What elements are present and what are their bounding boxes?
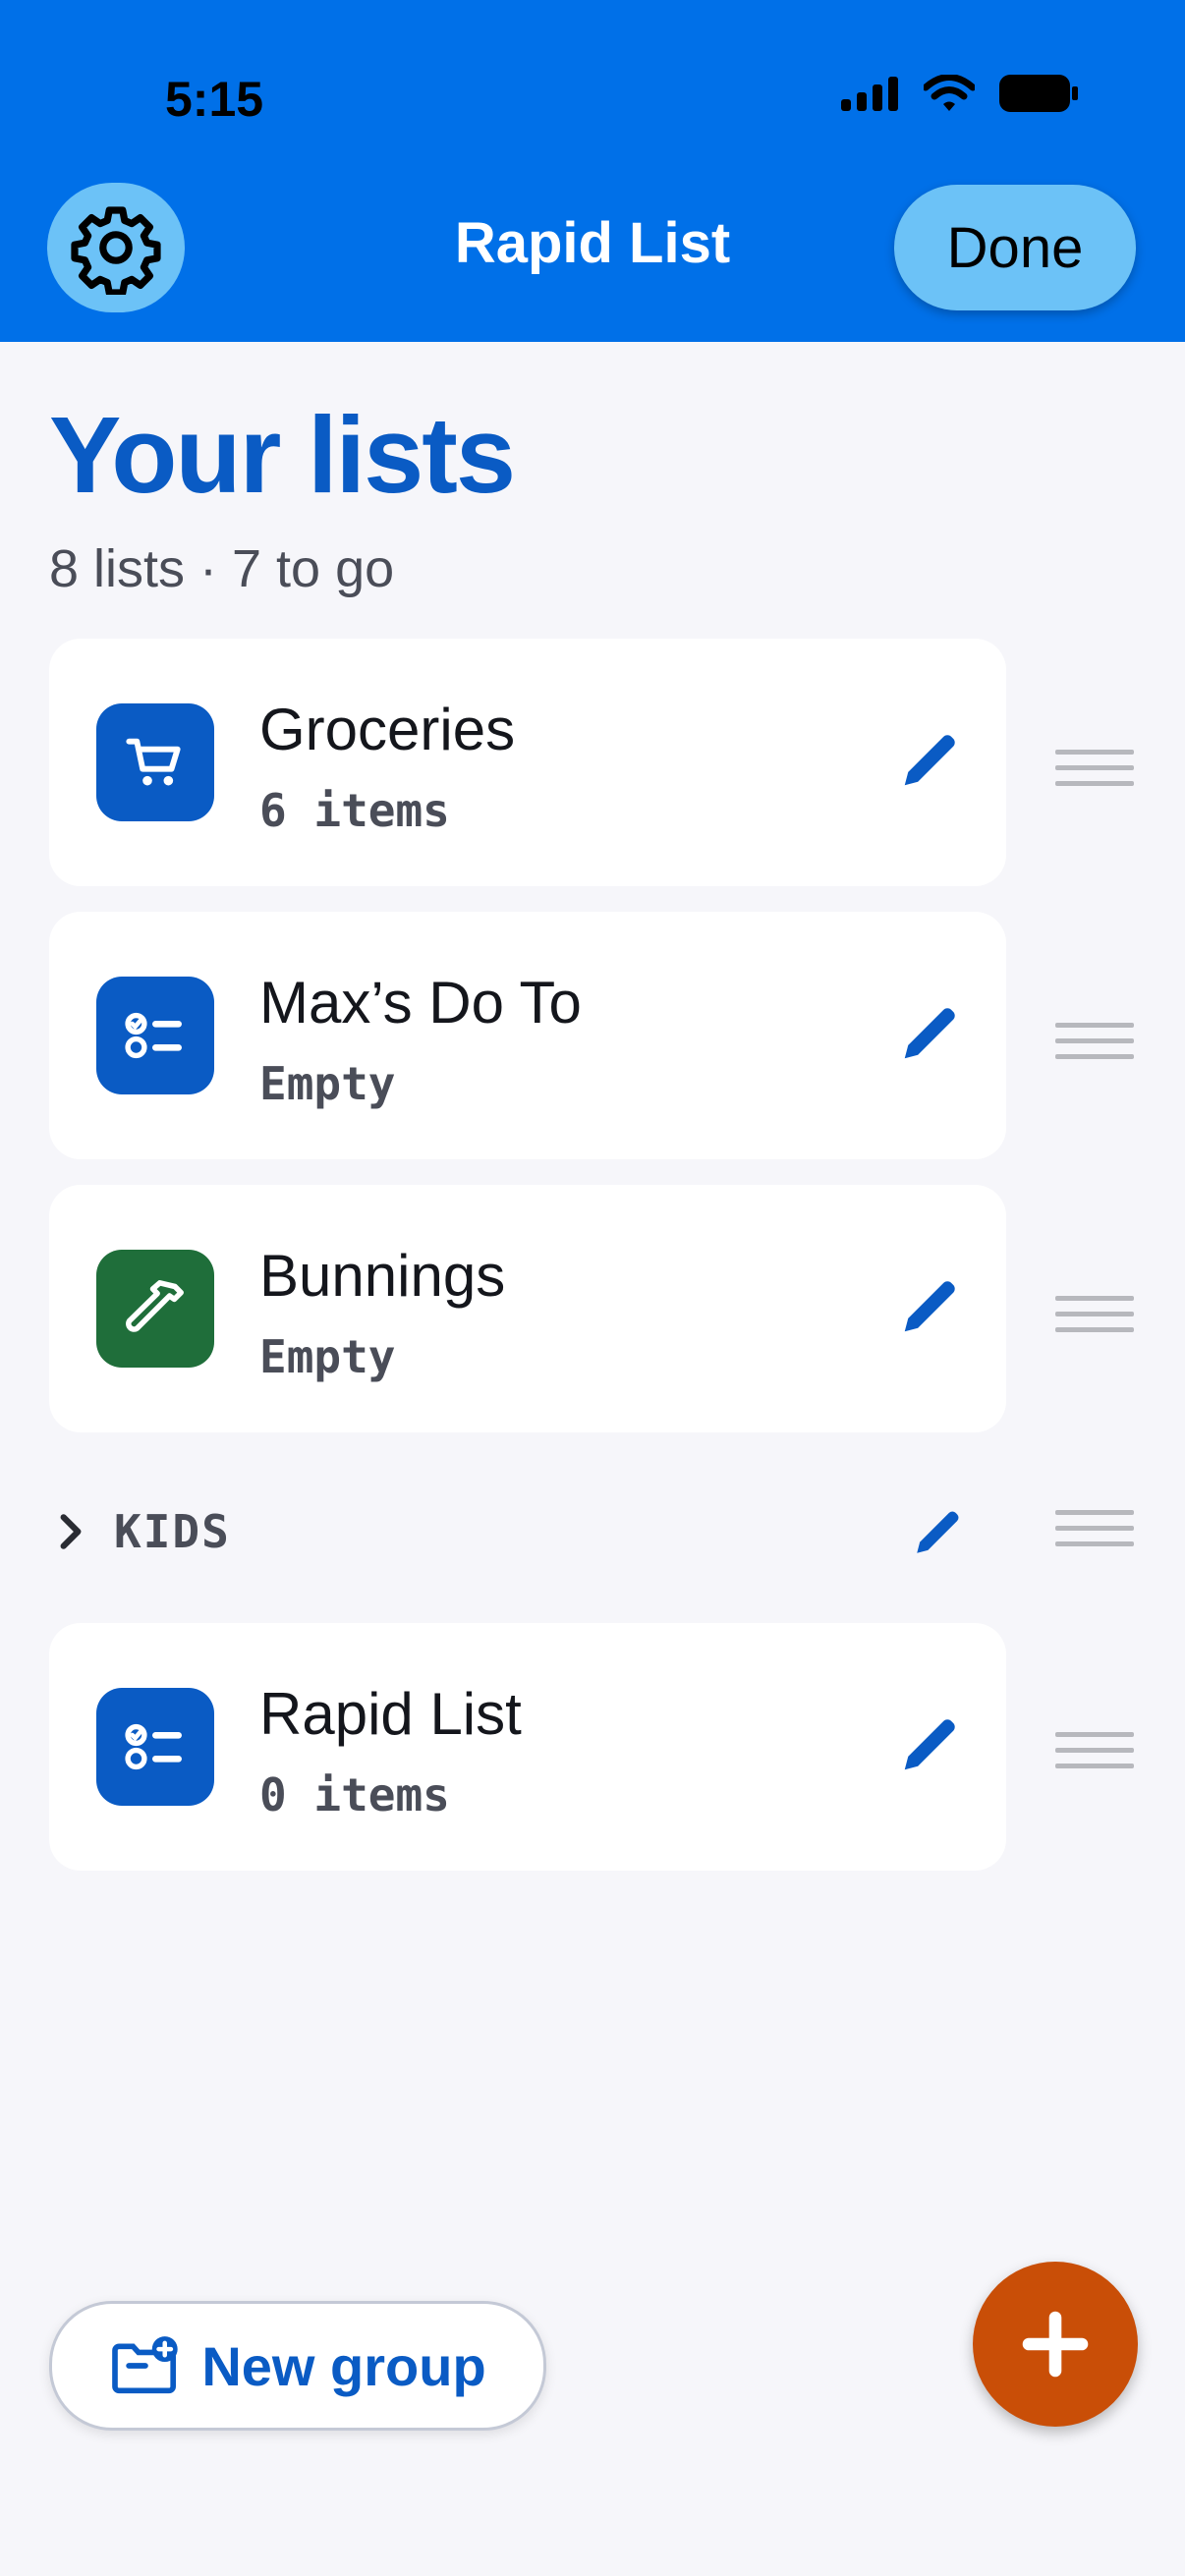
list-title: Bunnings: [259, 1243, 506, 1309]
checklist-icon: [125, 1723, 182, 1770]
hammer-icon: [126, 1280, 184, 1332]
status-icons: [839, 74, 1079, 113]
group-row-kids[interactable]: KIDS: [49, 1493, 1006, 1572]
group-label: KIDS: [114, 1505, 231, 1558]
new-group-label: New group: [201, 2334, 486, 2397]
list-icon-tile: [96, 1688, 214, 1806]
folder-plus-icon: [112, 2336, 179, 2394]
top-bar: 5:15 Rapid List Done: [0, 0, 1185, 342]
pencil-icon: [904, 1719, 955, 1770]
drag-handle[interactable]: [1055, 1285, 1134, 1343]
list-count: Empty: [259, 1057, 396, 1110]
plus-icon: [1022, 2311, 1089, 2378]
list-card-rapid-list[interactable]: Rapid List 0 items: [49, 1623, 1006, 1871]
new-group-button[interactable]: New group: [49, 2301, 546, 2431]
battery-icon: [999, 75, 1078, 112]
page-title: Your lists: [49, 395, 516, 516]
list-icon-tile: [96, 703, 214, 821]
pencil-icon: [904, 735, 955, 786]
list-icon-tile: [96, 1250, 214, 1368]
pencil-icon: [904, 1281, 955, 1332]
done-button[interactable]: Done: [894, 185, 1136, 310]
edit-group-button[interactable]: [910, 1503, 967, 1565]
drag-handle[interactable]: [1055, 1721, 1134, 1779]
signal-icon: [841, 77, 898, 111]
drag-handle[interactable]: [1055, 739, 1134, 797]
edit-list-button[interactable]: [896, 725, 965, 799]
add-list-button[interactable]: [973, 2262, 1138, 2427]
list-card-maxs-do-to[interactable]: Max’s Do To Empty: [49, 912, 1006, 1159]
list-count: 6 items: [259, 784, 450, 837]
list-card-groceries[interactable]: Groceries 6 items: [49, 639, 1006, 886]
list-title: Max’s Do To: [259, 970, 582, 1036]
list-title: Rapid List: [259, 1681, 522, 1747]
list-icon-tile: [96, 977, 214, 1094]
pencil-icon: [904, 1008, 955, 1059]
edit-list-button[interactable]: [896, 1271, 965, 1345]
list-card-bunnings[interactable]: Bunnings Empty: [49, 1185, 1006, 1432]
cart-icon: [126, 738, 181, 786]
list-title: Groceries: [259, 697, 516, 762]
list-count: 0 items: [259, 1768, 450, 1821]
edit-list-button[interactable]: [896, 998, 965, 1072]
wifi-icon: [924, 75, 975, 111]
checklist-icon: [125, 1012, 182, 1059]
status-time: 5:15: [165, 72, 264, 127]
drag-handle[interactable]: [1055, 1499, 1134, 1557]
list-summary: 8 lists · 7 to go: [49, 539, 395, 598]
drag-handle[interactable]: [1055, 1012, 1134, 1070]
edit-list-button[interactable]: [896, 1709, 965, 1783]
pencil-icon: [917, 1511, 959, 1553]
list-count: Empty: [259, 1330, 396, 1383]
chevron-right-icon: [60, 1514, 82, 1549]
